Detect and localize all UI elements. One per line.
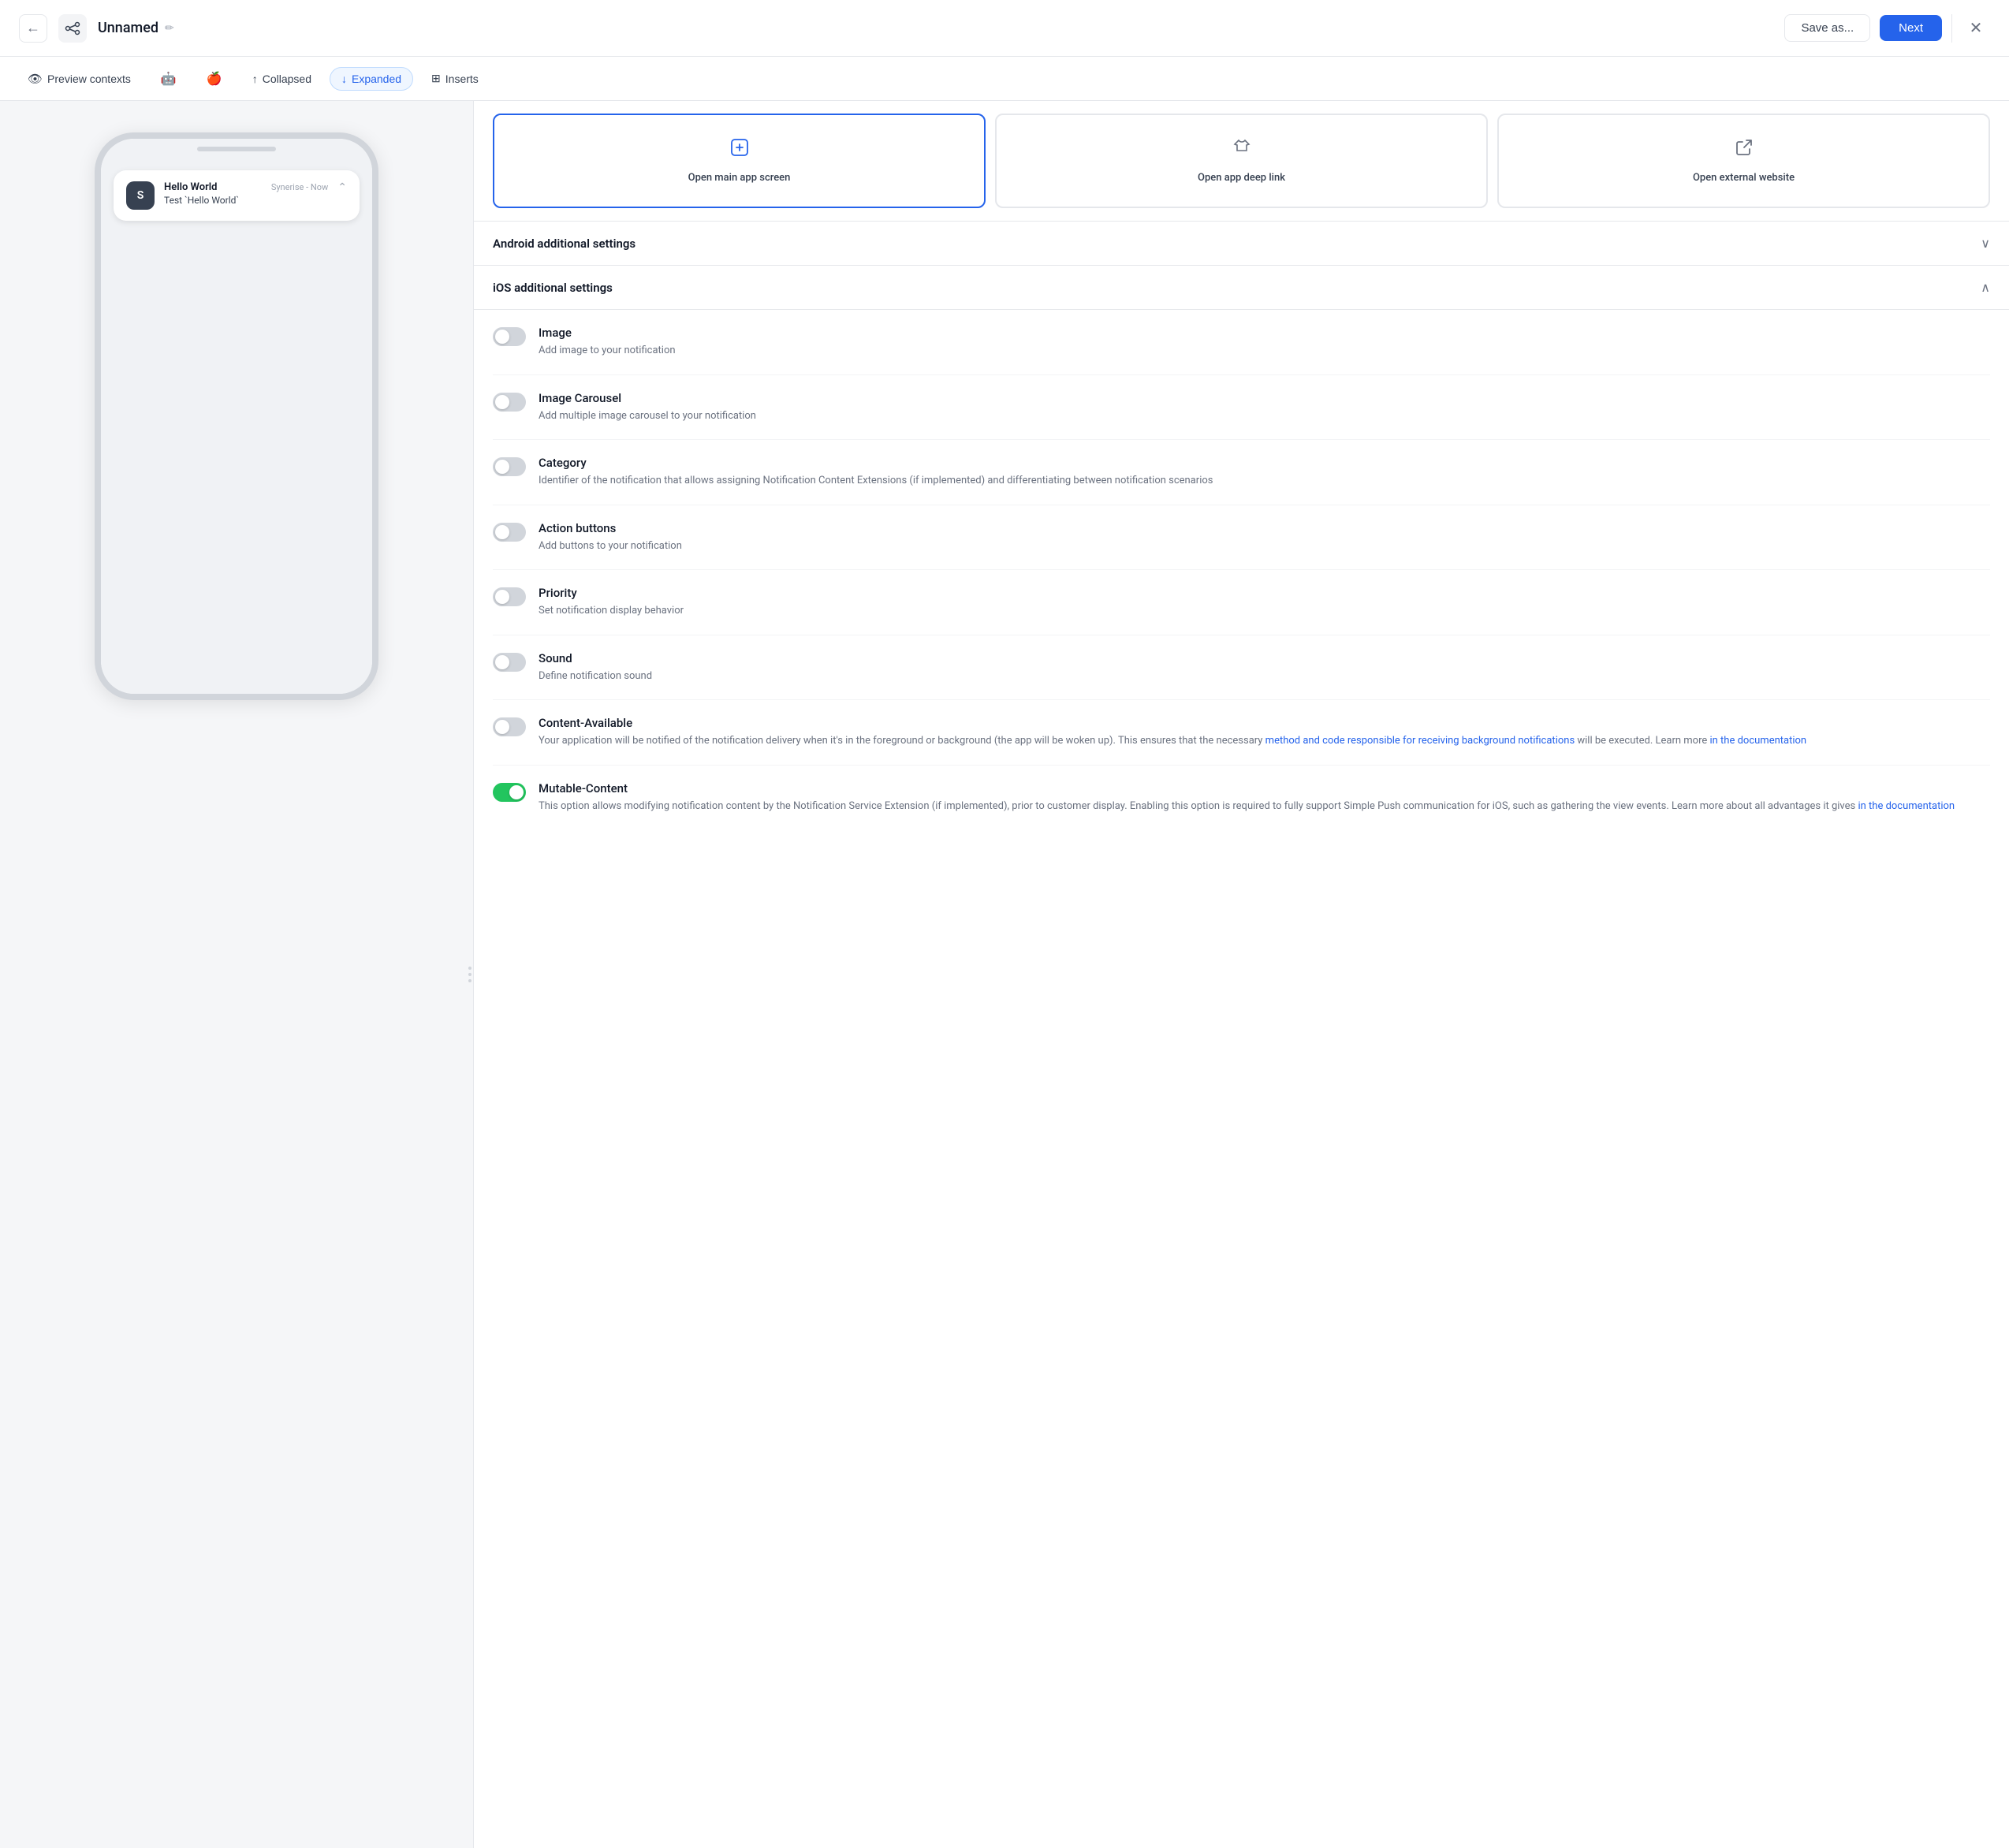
- inserts-button[interactable]: ⊞ Inserts: [419, 66, 490, 91]
- setting-content-mutable-content: Mutable-Content This option allows modif…: [539, 781, 1990, 814]
- action-cards: Open main app screen Open app deep link: [474, 101, 2009, 222]
- setting-content-category: Category Identifier of the notification …: [539, 456, 1990, 489]
- android-preview-button[interactable]: 🤖: [149, 65, 188, 92]
- resize-handle[interactable]: [467, 101, 473, 1848]
- action-card-open-external-website[interactable]: Open external website: [1497, 114, 1990, 208]
- close-button[interactable]: ✕: [1962, 14, 1990, 43]
- avatar: S: [126, 181, 155, 210]
- setting-title: Priority: [539, 586, 1990, 600]
- eye-icon: 👁: [28, 72, 43, 86]
- documentation-link-1[interactable]: in the documentation: [1709, 735, 1806, 747]
- external-link-icon: [1733, 136, 1755, 163]
- collapsed-button[interactable]: ↑ Collapsed: [240, 67, 323, 91]
- setting-desc: Add image to your notification: [539, 343, 1990, 359]
- preview-panel: S Hello World Synerise - Now Test `Hello…: [0, 101, 473, 1848]
- setting-desc: Define notification sound: [539, 669, 1990, 684]
- notification-body: Test `Hello World`: [164, 195, 328, 206]
- ios-settings-header[interactable]: iOS additional settings ∧: [474, 266, 2009, 310]
- setting-desc: Identifier of the notification that allo…: [539, 473, 1990, 489]
- toolbar: 👁 Preview contexts 🤖 🍎 ↑ Collapsed ↓ Exp…: [0, 57, 2009, 101]
- expanded-button[interactable]: ↓ Expanded: [330, 67, 413, 91]
- setting-title: Sound: [539, 651, 1990, 665]
- cursor-icon: [729, 136, 751, 163]
- mutable-content-toggle[interactable]: [493, 783, 526, 802]
- image-toggle[interactable]: [493, 327, 526, 346]
- setting-desc: Add multiple image carousel to your noti…: [539, 408, 1990, 424]
- flow-icon: [58, 14, 87, 43]
- page-title: Unnamed: [98, 20, 158, 36]
- sound-toggle[interactable]: [493, 653, 526, 672]
- bg-notifications-link[interactable]: method and code responsible for receivin…: [1265, 735, 1575, 747]
- setting-desc: Set notification display behavior: [539, 603, 1990, 619]
- shirt-icon: [1231, 136, 1253, 163]
- main-layout: S Hello World Synerise - Now Test `Hello…: [0, 101, 2009, 1848]
- category-toggle[interactable]: [493, 457, 526, 476]
- setting-desc: Add buttons to your notification: [539, 538, 1990, 554]
- setting-row-sound: Sound Define notification sound: [493, 635, 1990, 701]
- resize-dot: [468, 979, 472, 982]
- arrow-down-icon: ↓: [341, 73, 347, 85]
- priority-toggle[interactable]: [493, 587, 526, 606]
- divider: [1951, 14, 1952, 43]
- setting-content-content-available: Content-Available Your application will …: [539, 716, 1990, 749]
- setting-desc: Your application will be notified of the…: [539, 733, 1990, 749]
- notification-card: S Hello World Synerise - Now Test `Hello…: [114, 170, 360, 221]
- save-button[interactable]: Save as...: [1784, 14, 1870, 42]
- action-card-label: Open external website: [1693, 171, 1795, 185]
- arrow-up-icon: ↑: [252, 73, 258, 85]
- android-icon: 🤖: [161, 71, 177, 87]
- setting-row-image-carousel: Image Carousel Add multiple image carous…: [493, 375, 1990, 441]
- image-carousel-toggle[interactable]: [493, 393, 526, 412]
- setting-row-image: Image Add image to your notification: [493, 310, 1990, 375]
- phone-screen: S Hello World Synerise - Now Test `Hello…: [101, 139, 372, 694]
- inserts-icon: ⊞: [431, 72, 441, 85]
- setting-title: Action buttons: [539, 521, 1990, 535]
- setting-row-priority: Priority Set notification display behavi…: [493, 570, 1990, 635]
- ios-section-label: iOS additional settings: [493, 281, 613, 295]
- next-button[interactable]: Next: [1880, 15, 1942, 41]
- setting-title: Mutable-Content: [539, 781, 1990, 795]
- setting-content-image-carousel: Image Carousel Add multiple image carous…: [539, 391, 1990, 424]
- setting-content-sound: Sound Define notification sound: [539, 651, 1990, 684]
- setting-row-mutable-content: Mutable-Content This option allows modif…: [493, 766, 1990, 830]
- topbar: ← Unnamed ✏ Save as... Next ✕: [0, 0, 2009, 57]
- setting-row-content-available: Content-Available Your application will …: [493, 700, 1990, 766]
- ios-settings-section: Image Add image to your notification Ima…: [474, 310, 2009, 829]
- back-button[interactable]: ←: [19, 14, 47, 43]
- notification-source: Synerise - Now: [271, 182, 328, 192]
- chevron-down-icon: ∨: [1981, 236, 1990, 251]
- chevron-up-icon: ⌃: [337, 181, 347, 194]
- setting-title: Content-Available: [539, 716, 1990, 730]
- edit-icon[interactable]: ✏: [165, 22, 174, 35]
- action-card-label: Open app deep link: [1198, 171, 1285, 185]
- resize-dot: [468, 973, 472, 976]
- phone-mockup: S Hello World Synerise - Now Test `Hello…: [95, 132, 378, 700]
- settings-panel: Open main app screen Open app deep link: [473, 101, 2009, 1848]
- setting-row-category: Category Identifier of the notification …: [493, 440, 1990, 505]
- android-settings-header[interactable]: Android additional settings ∨: [474, 222, 2009, 266]
- setting-title: Category: [539, 456, 1990, 470]
- setting-content-action-buttons: Action buttons Add buttons to your notif…: [539, 521, 1990, 554]
- preview-contexts-button[interactable]: 👁 Preview contexts: [16, 66, 143, 91]
- chevron-up-icon: ∧: [1981, 280, 1990, 295]
- notification-content: Hello World Synerise - Now Test `Hello W…: [164, 181, 328, 206]
- android-section-label: Android additional settings: [493, 237, 636, 251]
- setting-title: Image: [539, 326, 1990, 340]
- action-card-open-deep-link[interactable]: Open app deep link: [995, 114, 1488, 208]
- setting-content-image: Image Add image to your notification: [539, 326, 1990, 359]
- apple-icon: 🍎: [207, 71, 222, 87]
- action-card-label: Open main app screen: [688, 171, 791, 185]
- setting-row-action-buttons: Action buttons Add buttons to your notif…: [493, 505, 1990, 571]
- setting-title: Image Carousel: [539, 391, 1990, 405]
- setting-desc: This option allows modifying notificatio…: [539, 799, 1990, 814]
- notification-title: Hello World: [164, 181, 218, 193]
- phone-notch: [197, 147, 276, 151]
- action-buttons-toggle[interactable]: [493, 523, 526, 542]
- setting-content-priority: Priority Set notification display behavi…: [539, 586, 1990, 619]
- resize-dot: [468, 967, 472, 970]
- content-available-toggle[interactable]: [493, 717, 526, 736]
- documentation-link-2[interactable]: in the documentation: [1858, 800, 1955, 812]
- ios-preview-button[interactable]: 🍎: [195, 65, 234, 92]
- action-card-open-main-app[interactable]: Open main app screen: [493, 114, 986, 208]
